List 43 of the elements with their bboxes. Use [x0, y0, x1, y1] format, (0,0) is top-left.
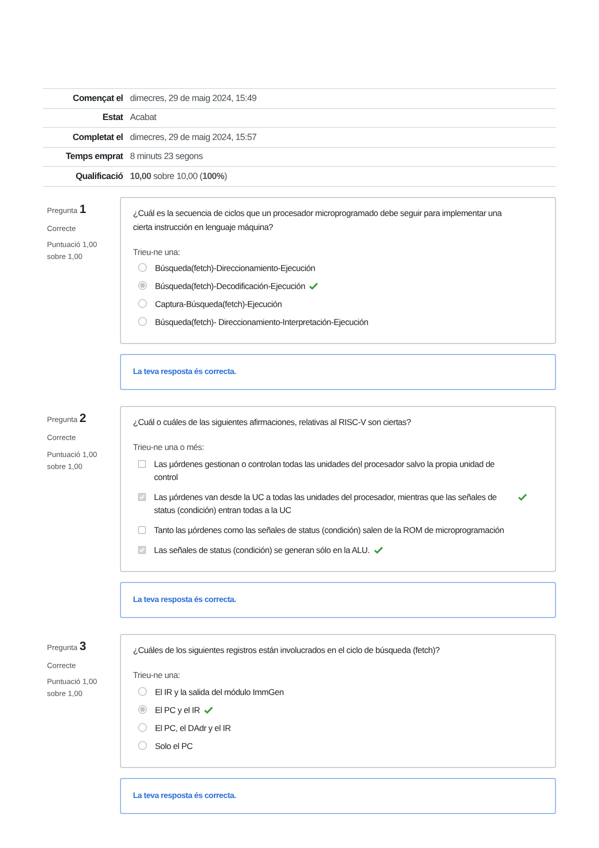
summary-label: Completat el: [72, 130, 124, 144]
radio-button[interactable]: [138, 317, 147, 326]
checkbox[interactable]: [138, 546, 146, 554]
summary-value: dimecres, 29 de maig 2024, 15:57: [130, 130, 256, 144]
radio-button[interactable]: [138, 704, 147, 714]
option-label: El PC, el DAdr y el IR: [155, 722, 231, 735]
answer-prompt: Trieu-ne una o més:: [133, 441, 205, 454]
question-text: ¿Cuáles de los siguientes registros están involucrados en el ciclo de búsqueda (fetch)?: [133, 644, 441, 657]
summary-value: dimecres, 29 de maig 2024, 15:49: [130, 92, 256, 105]
option-label: Las µórdenes gestionan o controlan todas las unidades del procesador salvo la propia unidad de control: [154, 458, 496, 484]
option-label: Búsqueda(fetch)-Direccionamiento-Ejecución: [155, 262, 316, 276]
radio-button[interactable]: [138, 686, 147, 696]
feedback-text: La teva resposta és correcta.: [133, 594, 238, 606]
radio-button[interactable]: [138, 281, 147, 290]
checkbox[interactable]: [138, 526, 146, 534]
option-label: Tanto las µórdenes como las señales de status (condición) salen de la ROM de microprogramación: [154, 524, 504, 537]
checkbox[interactable]: [138, 460, 146, 468]
option-label: Captura-Búsqueda(fetch)-Ejecución: [155, 298, 282, 312]
radio-button[interactable]: [138, 263, 147, 272]
summary-value: 8 minuts 23 segons: [130, 150, 203, 163]
radio-button[interactable]: [138, 740, 147, 750]
summary-label: Qualificació: [74, 170, 124, 183]
feedback-text: La teva resposta és correcta.: [133, 366, 238, 378]
feedback-text: La teva resposta és correcta.: [133, 790, 238, 802]
option-label: Búsqueda(fetch)- Direccionamiento-Interpretación-Ejecución: [155, 316, 368, 330]
radio-button[interactable]: [138, 299, 147, 308]
option-label: Búsqueda(fetch)-Decodificación-Ejecución: [155, 280, 306, 294]
radio-button[interactable]: [138, 722, 147, 732]
summary-label: Temps emprat: [64, 150, 124, 163]
answer-prompt: Trieu-ne una:: [133, 669, 181, 682]
option-label: El IR y la salida del módulo ImmGen: [155, 686, 284, 699]
option-label: El PC y el IR: [155, 704, 200, 717]
option-label: Solo el PC: [155, 740, 193, 753]
summary-label: Estat: [101, 111, 124, 124]
question-text: ¿Cuál es la secuencia de ciclos que un procesador microprogramado debe seguir para implementar una cierta instrucción en lenguaje máquina?: [133, 206, 503, 234]
summary-value: Acabat: [130, 111, 156, 124]
checkbox[interactable]: [138, 493, 146, 501]
answer-prompt: Trieu-ne una:: [133, 246, 181, 258]
summary-value: 10,00 sobre 10,00 (100%): [130, 170, 227, 183]
option-label: Las señales de status (condición) se generan sólo en la ALU.: [154, 544, 370, 557]
option-label: Las µórdenes van desde la UC a todas las unidades del procesador, mientras que las señales de status (condición) entran todas a la UC: [154, 491, 498, 517]
question-text: ¿Cuál o cuáles de las siguientes afirmaciones, relativas al RISC-V son ciertas?: [133, 416, 412, 430]
summary-label: Començat el: [72, 92, 124, 105]
